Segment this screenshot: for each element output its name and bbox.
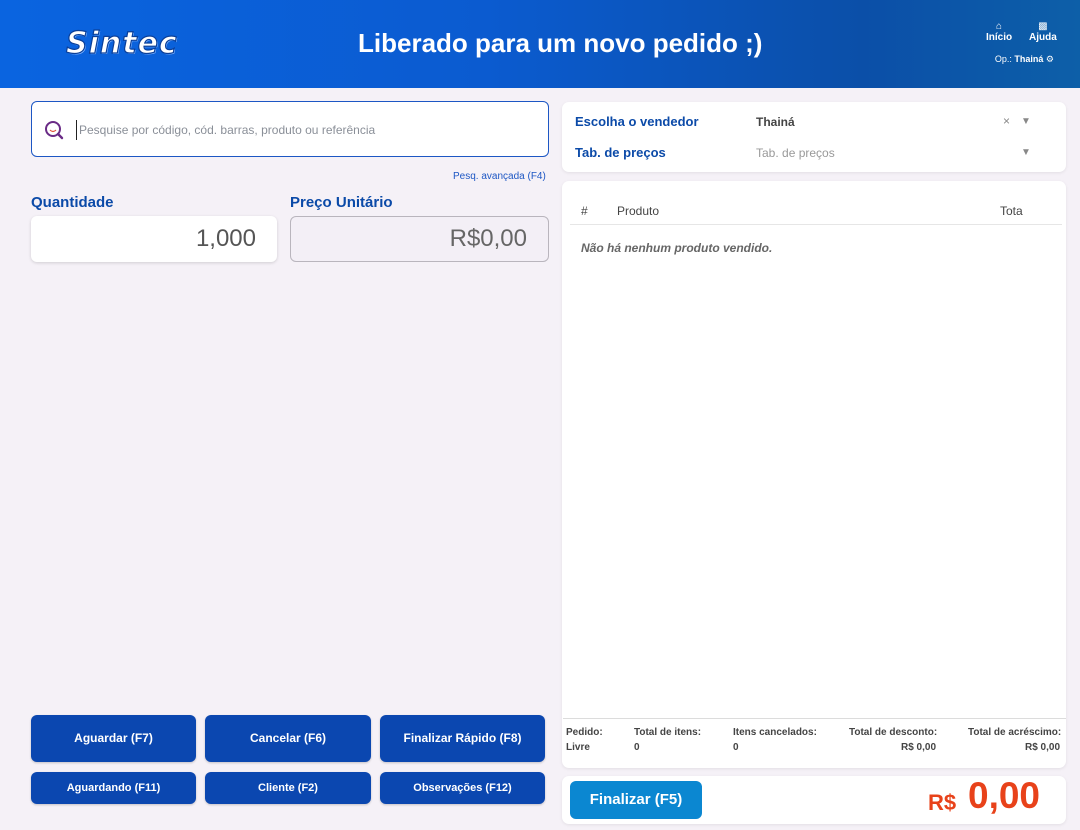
order-total: 0,00	[968, 775, 1041, 816]
column-total: Tota	[1000, 204, 1023, 218]
quantity-input[interactable]: 1,000	[31, 216, 277, 262]
search-icon	[45, 121, 64, 140]
operator-name: Thainá	[1014, 54, 1044, 64]
summary-divider	[563, 718, 1066, 719]
page-title: Liberado para um novo pedido ;)	[358, 28, 763, 58]
wait-button[interactable]: Aguardar (F7)	[31, 715, 196, 762]
seller-select[interactable]: Thainá	[756, 115, 795, 129]
price-table-select[interactable]: Tab. de preços	[756, 146, 835, 160]
seller-label: Escolha o vendedor	[575, 114, 699, 129]
summary-cancelled-label: Itens cancelados:	[733, 727, 817, 738]
help-icon: ▩	[1038, 21, 1048, 32]
client-button[interactable]: Cliente (F2)	[205, 772, 371, 804]
clear-seller-icon[interactable]: ×	[1003, 114, 1010, 128]
price-table-dropdown-icon[interactable]: ▼	[1021, 147, 1031, 158]
home-icon: ⌂	[996, 21, 1003, 32]
column-product: Produto	[617, 204, 660, 218]
nav-home[interactable]: ⌂ Início	[986, 21, 1013, 44]
summary-cancelled-value: 0	[733, 742, 739, 753]
unit-price-input[interactable]: R$0,00	[290, 216, 549, 262]
seller-dropdown-icon[interactable]: ▼	[1021, 116, 1031, 127]
seller-card	[562, 102, 1066, 172]
quantity-label: Quantidade	[31, 194, 114, 211]
total-currency: R$	[928, 790, 957, 815]
empty-table-message: Não há nenhum produto vendido.	[581, 241, 773, 255]
nav-help[interactable]: ▩ Ajuda	[1029, 21, 1057, 44]
summary-order-label: Pedido:	[566, 727, 603, 738]
summary-items-label: Total de itens:	[634, 727, 702, 738]
cancel-button[interactable]: Cancelar (F6)	[205, 715, 371, 762]
nav-home-label: Início	[986, 32, 1013, 43]
summary-items-value: 0	[634, 742, 640, 753]
notes-button[interactable]: Observações (F12)	[380, 772, 545, 804]
column-number: #	[581, 204, 588, 218]
waiting-orders-button[interactable]: Aguardando (F11)	[31, 772, 196, 804]
table-header-divider	[570, 224, 1062, 225]
summary-discount-value: R$ 0,00	[901, 742, 937, 753]
unit-price-label: Preço Unitário	[290, 194, 393, 211]
summary-discount-label: Total de desconto:	[849, 727, 938, 738]
operator-prefix: Op.:	[994, 54, 1012, 64]
summary-order-value: Livre	[566, 742, 590, 753]
gear-icon: ⚙	[1045, 54, 1054, 64]
quick-finish-button[interactable]: Finalizar Rápido (F8)	[380, 715, 545, 762]
finalize-button[interactable]: Finalizar (F5)	[570, 781, 702, 819]
price-table-label: Tab. de preços	[575, 145, 666, 160]
nav-help-label: Ajuda	[1029, 32, 1057, 43]
product-search-box[interactable]	[31, 101, 549, 157]
sintec-logo[interactable]: Sintec	[65, 25, 178, 61]
products-table-card	[562, 181, 1066, 768]
summary-increase-value: R$ 0,00	[1025, 742, 1061, 753]
advanced-search-link[interactable]: Pesq. avançada (F4)	[453, 171, 546, 182]
operator-info[interactable]: Op.: Thainá ⚙	[995, 54, 1054, 65]
app-header: Sintec Liberado para um novo pedido ;) ⌂…	[0, 0, 1080, 88]
search-input[interactable]	[76, 120, 536, 140]
summary-increase-label: Total de acréscimo:	[968, 727, 1062, 738]
